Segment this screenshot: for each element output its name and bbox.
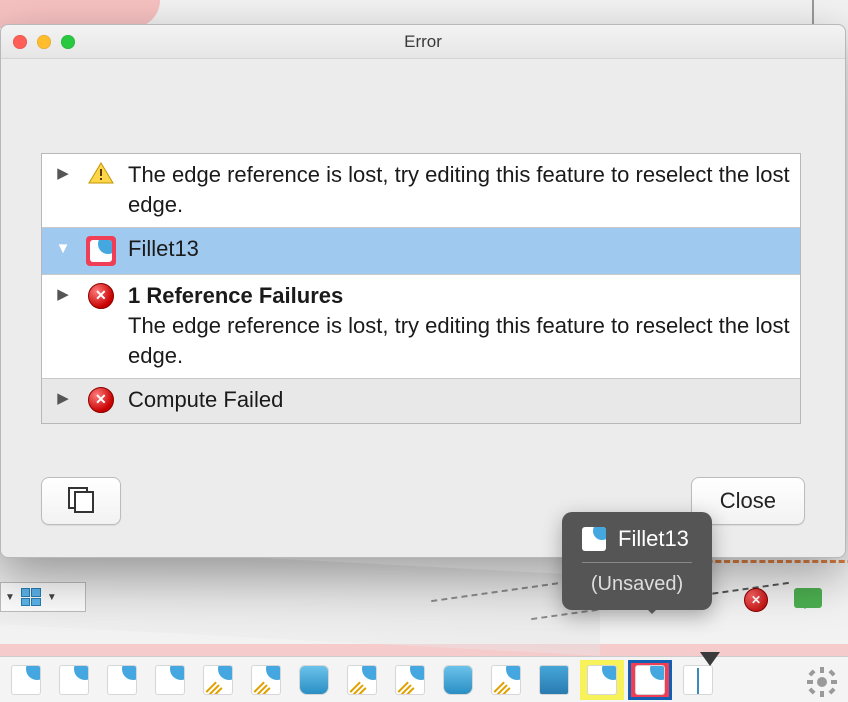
- disclosure-right-icon[interactable]: ▶: [52, 285, 74, 303]
- feature-item[interactable]: [52, 660, 96, 700]
- feature-item-warning[interactable]: [580, 660, 624, 700]
- divider: [582, 562, 692, 563]
- disclosure-right-icon[interactable]: ▶: [52, 389, 74, 407]
- feature-item-sketch[interactable]: [388, 660, 432, 700]
- feature-item-sketch[interactable]: [340, 660, 384, 700]
- feature-item-error-selected[interactable]: [628, 660, 672, 700]
- error-message: The edge reference is lost, try editing …: [128, 160, 790, 219]
- feature-name: Fillet13: [128, 236, 199, 261]
- fillet-feature-icon: [582, 527, 606, 551]
- tooltip-subtitle: (Unsaved): [582, 573, 692, 596]
- feature-item-sketch[interactable]: [196, 660, 240, 700]
- copy-icon: [68, 487, 94, 509]
- feature-item[interactable]: [100, 660, 144, 700]
- dropdown-caret-icon[interactable]: ▼: [5, 592, 15, 603]
- copy-button[interactable]: [41, 477, 121, 525]
- feature-item[interactable]: [148, 660, 192, 700]
- feature-item-sketch[interactable]: [484, 660, 528, 700]
- fillet-feature-icon: [86, 236, 116, 266]
- feature-tooltip: Fillet13 (Unsaved): [562, 512, 712, 610]
- viewport-error-icon[interactable]: [744, 588, 768, 612]
- error-list: ▶ The edge reference is lost, try editin…: [41, 153, 801, 424]
- error-row-feature[interactable]: ▼ Fillet13: [42, 227, 800, 274]
- feature-item-sketch[interactable]: [244, 660, 288, 700]
- feature-item-extrude[interactable]: [436, 660, 480, 700]
- dropdown-caret-icon[interactable]: ▼: [47, 592, 57, 603]
- error-dialog: Error ▶ The edge reference is lost, try …: [0, 24, 846, 558]
- failure-message: The edge reference is lost, try editing …: [128, 311, 790, 370]
- view-toolbar: ▼ ▼: [0, 582, 86, 612]
- error-icon: [88, 387, 114, 413]
- disclosure-right-icon[interactable]: ▶: [52, 164, 74, 182]
- compute-failed-message: Compute Failed: [128, 385, 790, 415]
- warning-icon: [88, 162, 114, 184]
- rollback-bar-icon[interactable]: [700, 652, 720, 666]
- error-icon: [88, 283, 114, 309]
- failure-heading: 1 Reference Failures: [128, 281, 790, 311]
- dialog-title: Error: [1, 32, 845, 52]
- feature-item-extrude[interactable]: [292, 660, 336, 700]
- comments-icon[interactable]: [794, 588, 822, 608]
- viewport-layout-icon[interactable]: [21, 588, 41, 606]
- settings-icon[interactable]: [806, 666, 838, 698]
- error-row-compute[interactable]: ▶ Compute Failed: [42, 378, 800, 423]
- titlebar[interactable]: Error: [1, 25, 845, 59]
- disclosure-down-icon[interactable]: ▼: [52, 240, 74, 257]
- feature-item-loft[interactable]: [532, 660, 576, 700]
- feature-item[interactable]: [4, 660, 48, 700]
- tooltip-title: Fillet13: [618, 526, 689, 552]
- error-row-warning[interactable]: ▶ The edge reference is lost, try editin…: [42, 154, 800, 227]
- error-row-failure[interactable]: ▶ 1 Reference Failures The edge referenc…: [42, 274, 800, 378]
- feature-timeline: [0, 656, 848, 702]
